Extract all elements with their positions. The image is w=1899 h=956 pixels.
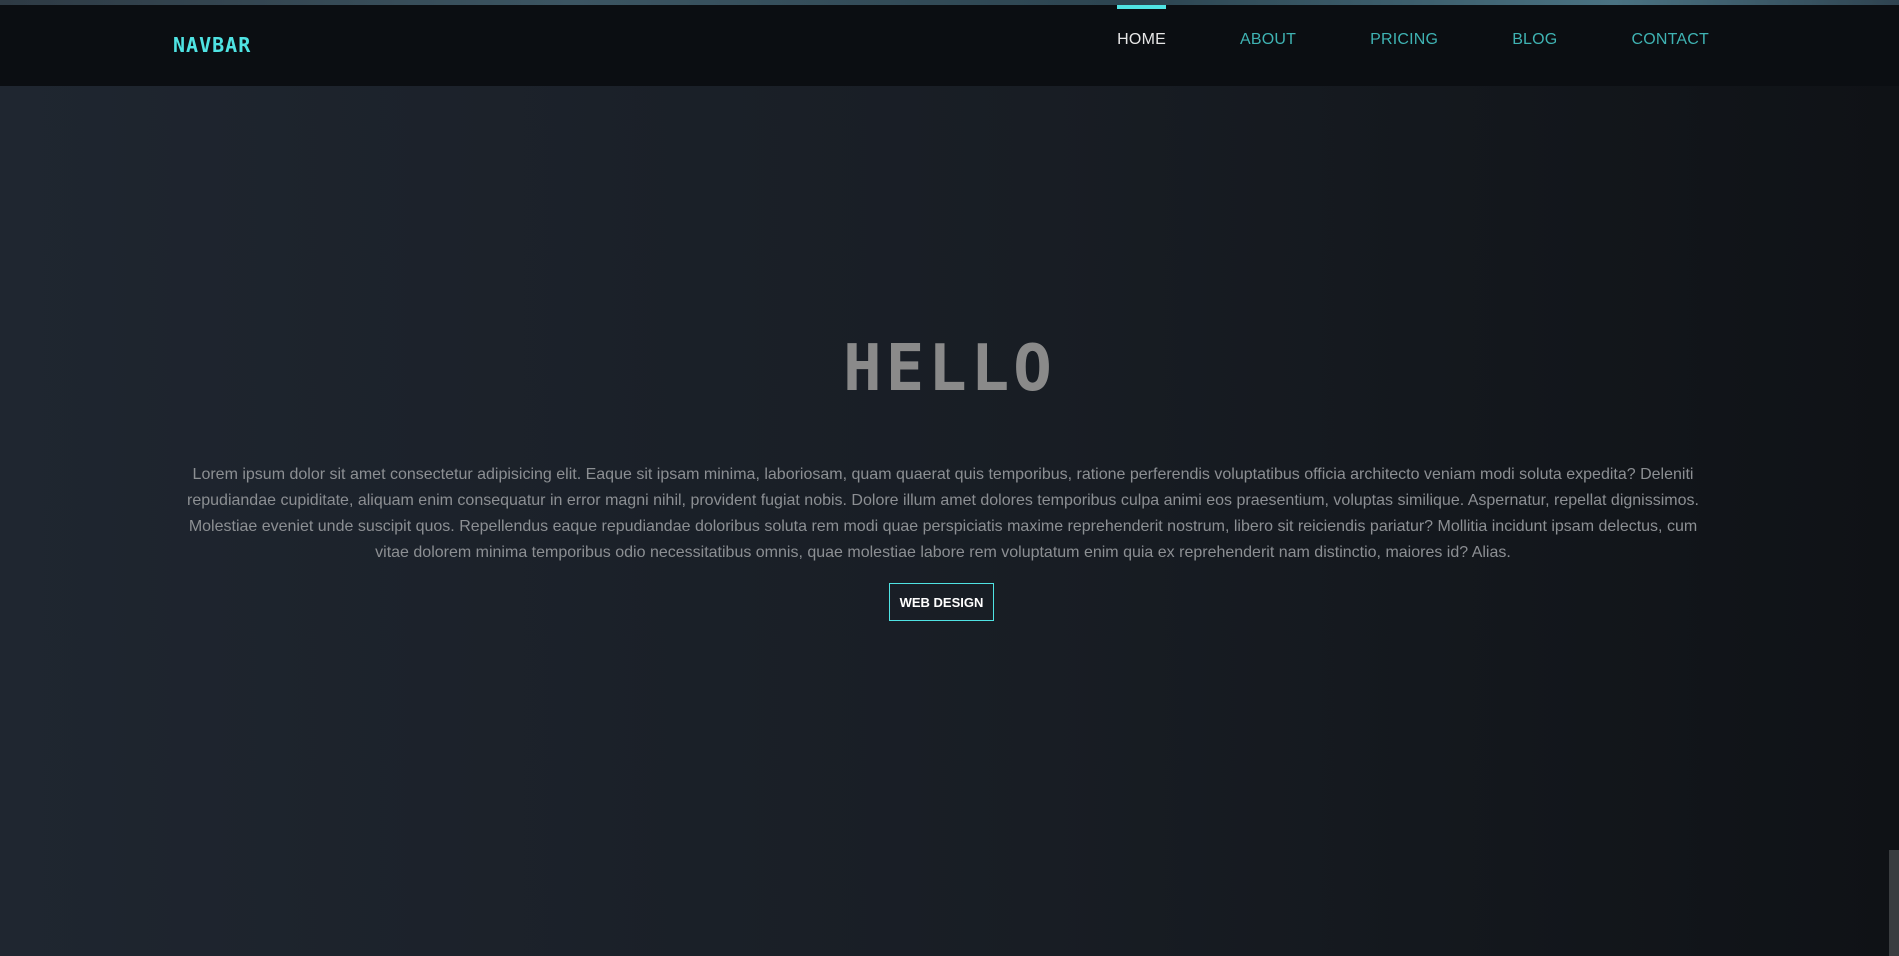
nav-item-label: CONTACT <box>1631 31 1709 48</box>
scrollbar-thumb[interactable] <box>1889 850 1899 956</box>
page: NAVBAR HOME ABOUT PRICING BLOG CONTACT H… <box>0 0 1899 956</box>
hero-section: HELLO Lorem ipsum dolor sit amet consect… <box>0 86 1899 956</box>
nav-item-about[interactable]: ABOUT <box>1240 5 1296 86</box>
hero-paragraph: Lorem ipsum dolor sit amet consectetur a… <box>187 466 1699 561</box>
nav-item-label: PRICING <box>1370 31 1439 48</box>
nav-item-label: HOME <box>1117 31 1166 48</box>
scrollbar[interactable] <box>1889 0 1899 956</box>
active-indicator <box>1117 5 1166 9</box>
web-design-button[interactable]: WEB DESIGN <box>889 583 994 621</box>
hero-title: HELLO <box>843 332 1056 406</box>
nav-item-label: BLOG <box>1512 31 1558 48</box>
nav-item-label: ABOUT <box>1239 31 1297 48</box>
navbar: NAVBAR HOME ABOUT PRICING BLOG CONTACT <box>0 5 1899 86</box>
nav-item-home[interactable]: HOME <box>1117 5 1166 86</box>
nav-item-pricing[interactable]: PRICING <box>1370 5 1438 86</box>
navbar-brand[interactable]: NAVBAR <box>173 33 251 57</box>
nav-links: HOME ABOUT PRICING BLOG CONTACT <box>1117 5 1709 86</box>
nav-item-contact[interactable]: CONTACT <box>1631 5 1709 86</box>
nav-item-blog[interactable]: BLOG <box>1512 5 1557 86</box>
